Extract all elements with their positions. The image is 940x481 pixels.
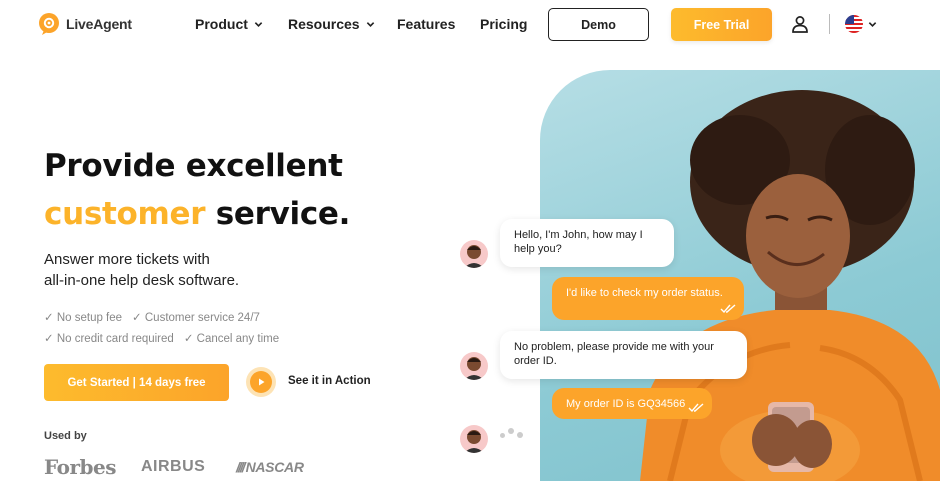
feature-item: ✓ Customer service 24/7: [132, 312, 260, 324]
chat-message-text: My order ID is GQ34566: [566, 398, 686, 410]
hero-photo: [540, 70, 940, 481]
double-check-icon: [720, 304, 736, 314]
typing-indicator: [500, 428, 523, 438]
demo-button[interactable]: Demo: [548, 8, 649, 41]
get-started-button[interactable]: Get Started | 14 days free: [44, 364, 229, 401]
chevron-down-icon: [366, 21, 374, 27]
us-flag-icon[interactable]: [845, 15, 863, 33]
logo-text: LiveAgent: [66, 16, 132, 32]
nav-item-label: Resources: [288, 16, 360, 32]
play-button[interactable]: [246, 367, 276, 397]
see-in-action-link[interactable]: See it in Action: [288, 375, 371, 387]
airbus-logo: AIRBUS: [141, 458, 206, 475]
feature-list: ✓ No setup fee ✓ Customer service 24/7 ✓ N…: [44, 308, 404, 350]
nav-item-label: Features: [397, 16, 456, 32]
hero-title-rest: service.: [205, 196, 351, 232]
feature-item: ✓ No credit card required: [44, 333, 174, 345]
hero-title: Provide excellent customer service.: [44, 142, 350, 238]
agent-avatar: [460, 425, 488, 453]
logo-icon: [39, 13, 59, 35]
chat-message-agent: Hello, I'm John, how may I help you?: [500, 219, 674, 267]
nav-item-product[interactable]: Product: [195, 16, 263, 32]
chat-message-text: I'd like to check my order status.: [566, 287, 723, 299]
hero-subtitle-line2: all-in-one help desk software.: [44, 272, 240, 289]
nav-item-features[interactable]: Features: [397, 16, 455, 32]
agent-avatar: [460, 352, 488, 380]
feature-item: ✓ Cancel any time: [183, 333, 280, 345]
chevron-down-icon: [254, 21, 263, 27]
header-divider: [829, 14, 830, 34]
free-trial-button[interactable]: Free Trial: [671, 8, 772, 41]
hero-subtitle-line1: Answer more tickets with: [44, 251, 210, 268]
hero-subtitle: Answer more tickets with all-in-one help…: [44, 249, 239, 291]
hero-title-line1: Provide excellent: [44, 148, 343, 184]
nav-item-pricing[interactable]: Pricing: [480, 16, 527, 32]
nav-item-resources[interactable]: Resources: [288, 16, 375, 32]
chat-message-customer: I'd like to check my order status.: [552, 277, 744, 320]
user-icon[interactable]: [791, 15, 809, 33]
hero-title-accent: customer: [44, 196, 206, 232]
nascar-logo-text: NASCAR: [245, 459, 304, 475]
nascar-logo: ////NASCAR: [236, 459, 304, 475]
double-check-icon: [688, 403, 704, 413]
forbes-logo: Forbes: [44, 455, 116, 479]
used-by-label: Used by: [44, 430, 87, 442]
liveagent-logo[interactable]: LiveAgent: [38, 12, 132, 36]
nav-item-label: Pricing: [480, 16, 528, 32]
chat-message-customer: My order ID is GQ34566: [552, 388, 712, 419]
chat-message-agent: No problem, please provide me with your …: [500, 331, 747, 379]
site-header: LiveAgent Product Resources Features Pri…: [0, 0, 940, 50]
hero-title-line2: customer service.: [44, 190, 350, 238]
play-icon: [250, 371, 272, 393]
feature-item: ✓ No setup fee: [44, 312, 123, 324]
agent-avatar: [460, 240, 488, 268]
nav-item-label: Product: [195, 16, 248, 32]
chevron-down-icon[interactable]: [868, 20, 877, 29]
